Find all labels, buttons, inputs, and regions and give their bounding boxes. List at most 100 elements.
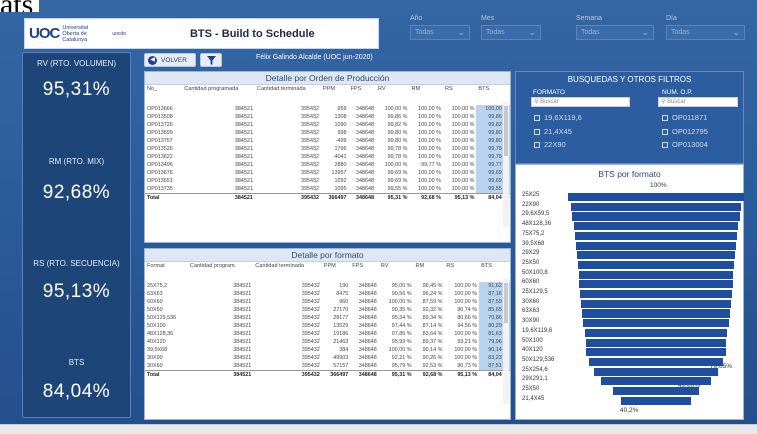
funnel-bar[interactable] bbox=[585, 338, 727, 347]
format-column-header[interactable]: Format bbox=[145, 262, 188, 282]
checkbox[interactable] bbox=[534, 141, 540, 148]
funnel-bar[interactable] bbox=[584, 328, 728, 337]
table-row[interactable]: OP013651 384521 395432 1292 348648 99,69 % 100… bbox=[145, 177, 510, 185]
filter-year[interactable]: Año Todas ⌄ bbox=[410, 15, 470, 49]
page-title: BTS - Build to Schedule bbox=[189, 27, 315, 40]
table-row[interactable]: 30X90 384521 395432 49903 348648 92,21 % 90,26… bbox=[145, 354, 510, 362]
funnel-bar[interactable] bbox=[568, 193, 744, 202]
format-column-header[interactable]: RV bbox=[379, 262, 414, 282]
funnel-bar[interactable] bbox=[575, 241, 737, 250]
table-row[interactable]: 50X50 384521 395432 27170 348648 90,35 % 92,32… bbox=[145, 306, 510, 314]
table-cell: 27170 bbox=[333, 307, 349, 313]
table-cell: 348648 bbox=[355, 162, 374, 168]
filter-day[interactable]: Día Todas ⌄ bbox=[666, 15, 745, 49]
formato-option[interactable]: 19,6X119,6 bbox=[534, 113, 582, 122]
format-table: Format Cantidad program. Cantidad terminad… bbox=[145, 262, 510, 380]
filter-year-dropdown[interactable]: Todas ⌄ bbox=[410, 25, 470, 40]
table-row[interactable]: 50X100 384521 395432 13529 348648 97,44 % 87,1… bbox=[145, 322, 510, 330]
op-option[interactable]: OP011871 bbox=[662, 113, 707, 122]
format-column-header[interactable]: Cantidad terminada bbox=[253, 262, 322, 282]
table-cell: 2880 bbox=[334, 162, 347, 168]
table-row[interactable]: OP013496 384521 395432 2880 348648 100,00 % 99… bbox=[145, 161, 510, 169]
table-cell: -499 bbox=[335, 138, 347, 144]
orders-column-header[interactable]: RS bbox=[443, 85, 476, 105]
scrollbar-thumb[interactable] bbox=[504, 106, 508, 156]
filter-month-dropdown[interactable]: Todas ⌄ bbox=[481, 25, 541, 40]
table-row[interactable]: 25X75,2 384521 395432 190 348648 95,00 % 96,45… bbox=[145, 282, 510, 290]
funnel-bar[interactable] bbox=[570, 202, 742, 211]
back-button[interactable]: ◀ VOLVER bbox=[144, 53, 196, 67]
table-row[interactable]: 63X63 384521 395432 8475 348648 90,56 % 96,24 … bbox=[145, 290, 510, 298]
funnel-bar[interactable] bbox=[582, 309, 730, 318]
table-cell: 384521 bbox=[233, 291, 252, 297]
orders-column-header[interactable]: RV bbox=[376, 85, 409, 105]
table-cell: OP013699 bbox=[147, 130, 173, 136]
op-option[interactable]: OP012795 bbox=[662, 127, 708, 136]
table-row[interactable]: OP013508 384521 395432 1308 348648 99,86 % 100… bbox=[145, 113, 510, 121]
orders-column-header[interactable]: RM bbox=[409, 85, 442, 105]
format-column-header[interactable]: RM bbox=[414, 262, 445, 282]
orders-column-header[interactable]: Cantidad programada bbox=[182, 85, 255, 105]
funnel-bar[interactable] bbox=[612, 387, 700, 396]
table-row[interactable]: 48X128,36 384521 395432 19186 348648 97,86 % 8… bbox=[145, 330, 510, 338]
table-row[interactable]: 39,5X68 384521 395432 384 348648 100,00 % 90,1… bbox=[145, 346, 510, 354]
filter-button[interactable] bbox=[200, 53, 222, 67]
funnel-bar[interactable] bbox=[578, 270, 734, 279]
checkbox[interactable] bbox=[662, 114, 668, 121]
format-column-header[interactable]: RS bbox=[444, 262, 479, 282]
format-column-header[interactable]: PPM bbox=[322, 262, 351, 282]
funnel-bar[interactable] bbox=[582, 319, 730, 328]
filter-week[interactable]: Semana Todas ⌄ bbox=[576, 15, 654, 49]
op-search-input[interactable]: ⚲ Buscar bbox=[658, 97, 738, 107]
format-column-header[interactable]: Cantidad program. bbox=[188, 262, 253, 282]
funnel-bar[interactable] bbox=[577, 260, 735, 270]
orders-column-header[interactable]: PPM bbox=[321, 85, 349, 105]
table-cell: 348648 bbox=[358, 315, 377, 321]
table-row[interactable]: OP013666 384521 395432 959 348648 100,00 % 100… bbox=[145, 105, 510, 113]
checkbox[interactable] bbox=[534, 114, 540, 121]
filter-month[interactable]: Mes Todas ⌄ bbox=[481, 15, 541, 49]
chevron-down-icon: ⌄ bbox=[457, 27, 465, 37]
table-row[interactable]: OP013757 384521 395432 -499 348648 99,80 % 100… bbox=[145, 137, 510, 145]
scrollbar-thumb[interactable] bbox=[504, 283, 508, 323]
filter-week-dropdown[interactable]: Todas ⌄ bbox=[576, 25, 654, 40]
orders-column-header[interactable]: Cantidad terminada bbox=[255, 85, 321, 105]
funnel-bar[interactable] bbox=[594, 367, 718, 376]
funnel-bar[interactable] bbox=[579, 280, 733, 289]
funnel-bar[interactable] bbox=[575, 231, 737, 240]
checkbox[interactable] bbox=[534, 128, 540, 135]
funnel-bar[interactable] bbox=[620, 396, 692, 405]
formato-search-input[interactable]: ⚲ Buscar bbox=[531, 97, 630, 107]
formato-option[interactable]: 22X90 bbox=[534, 140, 566, 149]
table-row[interactable]: OP013726 384521 395432 1090 348648 99,82 % 100… bbox=[145, 121, 510, 129]
checkbox[interactable] bbox=[662, 128, 668, 135]
checkbox[interactable] bbox=[662, 141, 668, 148]
table-row[interactable]: 40X120 384521 395432 21463 348648 95,99 % 89,3… bbox=[145, 338, 510, 346]
filter-day-dropdown[interactable]: Todas ⌄ bbox=[666, 25, 745, 40]
formato-option[interactable]: 21,4X45 bbox=[534, 127, 572, 136]
table-row[interactable]: 30X60 384521 395432 57157 348648 95,79 % 92,53… bbox=[145, 362, 510, 370]
funnel-bar[interactable] bbox=[581, 299, 731, 308]
orders-column-header[interactable]: No_ bbox=[145, 85, 182, 105]
table-row[interactable]: OP013526 384521 395432 1796 348648 99,78 % 100… bbox=[145, 145, 510, 153]
funnel-bar[interactable] bbox=[572, 212, 740, 221]
funnel-bar[interactable] bbox=[580, 290, 732, 299]
funnel-bar[interactable] bbox=[589, 357, 723, 367]
orders-table-scrollbar[interactable] bbox=[503, 102, 509, 227]
table-row[interactable]: OP013735 384521 395432 1095 348648 99,55 % 100… bbox=[145, 185, 510, 193]
table-row[interactable]: 50X129,536 384521 395432 28177 348648 95,34 %… bbox=[145, 314, 510, 322]
table-row[interactable]: OP013699 384521 395432 998 348648 99,80 % 100,… bbox=[145, 129, 510, 137]
funnel-bar[interactable] bbox=[601, 377, 711, 386]
table-row[interactable]: OP013622 384521 395432 4041 348648 99,78 % 100… bbox=[145, 153, 510, 161]
table-row[interactable]: 60X60 384521 395432 960 348648 100,00 % 87,59 … bbox=[145, 298, 510, 306]
table-cell: 384521 bbox=[233, 355, 252, 361]
funnel-bar[interactable] bbox=[574, 222, 738, 231]
format-column-header[interactable]: FPS bbox=[350, 262, 379, 282]
table-row[interactable]: OP013676 384521 395432 13957 348648 99,69 % 10… bbox=[145, 169, 510, 177]
table-cell: 384521 bbox=[233, 331, 252, 337]
op-option[interactable]: OP013004 bbox=[662, 140, 708, 149]
funnel-bar[interactable] bbox=[586, 348, 726, 357]
orders-column-header[interactable]: FPS bbox=[348, 85, 376, 105]
funnel-bar[interactable] bbox=[576, 251, 736, 260]
format-table-scrollbar[interactable] bbox=[503, 279, 509, 404]
